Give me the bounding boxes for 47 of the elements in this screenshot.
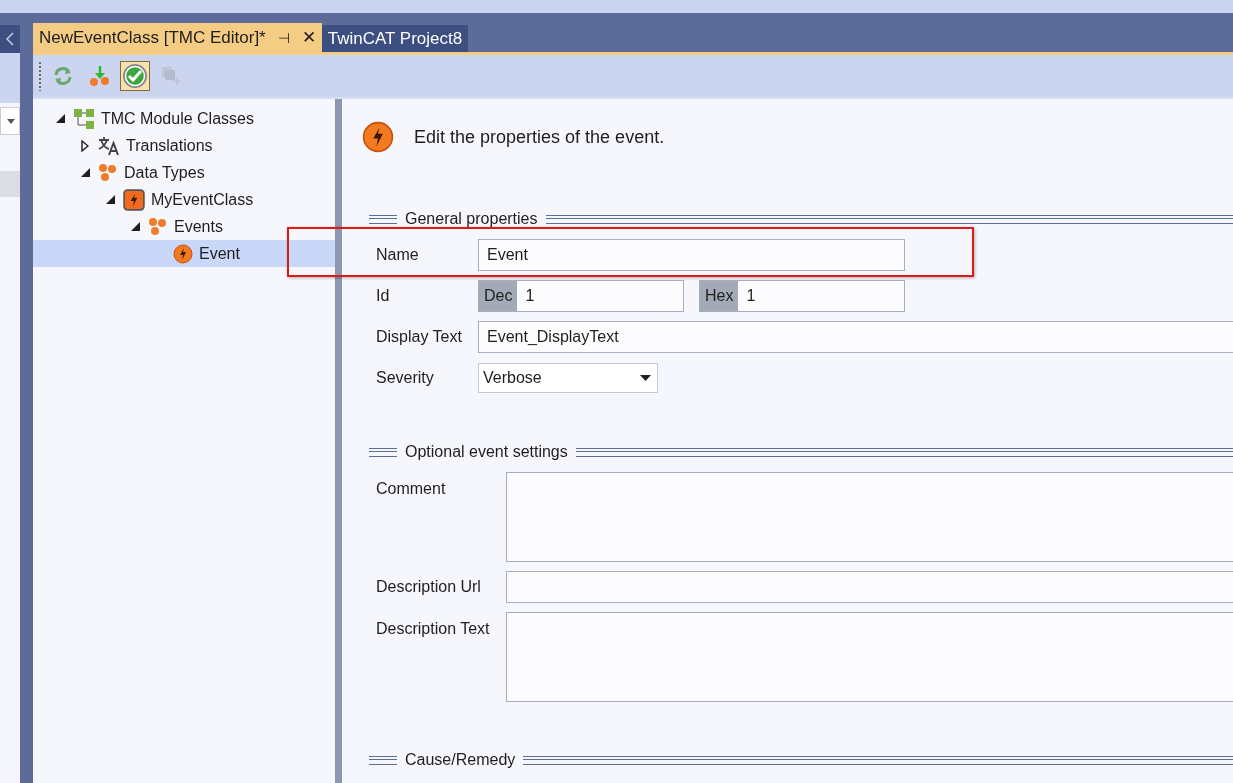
section-title: Optional event settings [405, 443, 568, 461]
dropdown-arrow-icon [639, 375, 651, 381]
text-field[interactable]: Event [477, 239, 905, 271]
side-panel-toolbar [0, 53, 20, 103]
hex-field[interactable]: Hex 1 [698, 280, 905, 312]
tree-item[interactable]: MyEventClass [33, 186, 335, 213]
dropdown-arrow-icon[interactable] [7, 118, 15, 124]
document-tab[interactable]: NewEventClass [TMC Editor]* ⊣ ✕ [33, 23, 322, 52]
field-label: Description Text [376, 619, 490, 638]
field-label: Display Text [376, 328, 462, 346]
lightning-icon [173, 243, 193, 264]
expanded-arrow-icon[interactable] [80, 168, 90, 177]
collapsed-arrow-icon[interactable] [81, 139, 89, 152]
header-text: Edit the properties of the event. [414, 126, 665, 148]
section-title: Cause/Remedy [405, 751, 516, 769]
translate-icon [98, 135, 120, 156]
text-field[interactable]: Event_DisplayText [477, 321, 1233, 353]
text-field[interactable] [505, 571, 1233, 603]
dots-icon [98, 162, 118, 183]
section-rule [369, 214, 397, 224]
document-tab[interactable]: TwinCAT Project8 [321, 25, 469, 52]
expanded-arrow-icon[interactable] [105, 195, 115, 204]
tree-item[interactable]: Events [33, 213, 335, 240]
severity-dropdown[interactable]: Verbose [477, 363, 658, 393]
section-title: General properties [405, 210, 538, 228]
tree-item[interactable]: Translations [33, 132, 335, 159]
tree-item[interactable]: TMC Module Classes [33, 105, 335, 132]
tree-item[interactable]: Event [33, 240, 335, 267]
field-label: Name [376, 246, 419, 264]
dots-icon [148, 216, 168, 237]
field-label: Comment [376, 479, 446, 498]
expanded-arrow-icon[interactable] [55, 114, 65, 123]
field-label: Id [376, 287, 390, 305]
tree-item[interactable]: Data Types [33, 159, 335, 186]
toolbar-grip[interactable] [38, 61, 42, 91]
side-panel-dropdown[interactable] [0, 107, 20, 135]
field-label: Description Url [376, 578, 481, 596]
section-rule [369, 755, 397, 765]
lightning-icon [123, 188, 145, 211]
module-tree-icon [73, 107, 95, 130]
expanded-arrow-icon[interactable] [130, 222, 140, 231]
section-rule [369, 447, 397, 457]
lightning-icon [362, 121, 394, 153]
chevron-left-icon[interactable] [6, 32, 14, 46]
decimal-field[interactable]: Dec 1 [477, 280, 684, 312]
field-label: Severity [376, 369, 434, 387]
checkmark-icon[interactable] [120, 61, 150, 91]
